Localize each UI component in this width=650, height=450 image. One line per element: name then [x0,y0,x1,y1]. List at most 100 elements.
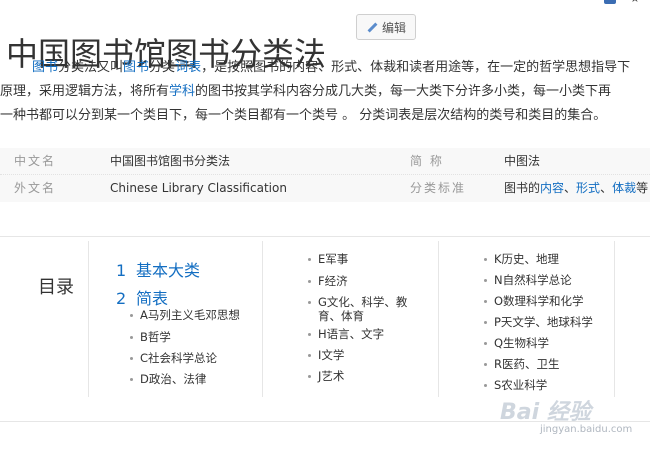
toc-subitem-label: S农业科学 [494,378,548,392]
baidu-jingyan-watermark: Bai 经验 [500,400,591,425]
bullet-icon [484,384,487,387]
info-text: 图书的 [504,181,541,195]
toc-subitem-label: E军事 [318,252,349,266]
divider [614,241,615,397]
watermark-url: jingyan.baidu.com [540,424,633,435]
top-share-icons: ★ [604,0,642,4]
toc-subitem[interactable]: P天文学、地球科学 [484,315,593,329]
link-tushu-2[interactable]: 图书 [123,60,149,75]
bullet-icon [484,363,487,366]
summary-line-1: 图书分类法又叫图书分类词表，是按照图书的内容、形式、体裁和读者用途等，在一定的哲… [0,56,650,80]
toc-subitem[interactable]: E军事 [308,252,349,266]
toc-item-brief-table[interactable]: 2 简表 [116,285,168,309]
toc-subitem-label: P天文学、地球科学 [494,315,593,329]
divider [262,241,263,397]
link-tushu[interactable]: 图书 [32,60,58,75]
edit-button[interactable]: 编辑 [356,14,416,40]
toc-subitem-label: A马列主义毛邓思想 [140,308,240,322]
info-value-chinese-name: 中国图书馆图书分类法 [110,154,231,168]
toc-subitem[interactable]: D政治、法律 [130,372,207,386]
info-row: 外文名 Chinese Library Classification 分类标准 … [0,174,650,201]
bullet-icon [308,258,311,261]
toc-subitem[interactable]: G文化、科学、教育、体育 [308,295,414,323]
toc-subitem-label: O数理科学和化学 [494,294,584,308]
toc-subitem[interactable]: N自然科学总论 [484,273,572,287]
info-value-classification-standard: 图书的内容、形式、体裁等 [504,175,648,201]
info-label-foreign-name: 外文名 [14,181,57,195]
summary-text: 分类法又叫 [58,60,124,75]
toc-subitem-label: N自然科学总论 [494,273,572,287]
toc-title: 目录 [38,277,74,298]
toc-subitem-label: B哲学 [140,330,171,344]
bullet-icon [484,279,487,282]
toc-subitem[interactable]: O数理科学和化学 [484,294,584,308]
toc-subitem[interactable]: R医药、卫生 [484,357,560,371]
divider [88,241,89,397]
bullet-icon [308,301,311,304]
info-row: 中文名 中国图书馆图书分类法 简 称 中图法 [0,148,650,174]
link-cibiao[interactable]: 词表 [175,60,201,75]
bullet-icon [130,314,133,317]
link-xueke[interactable]: 学科 [169,84,195,99]
bullet-icon [308,354,311,357]
basic-info-box: 中文名 中国图书馆图书分类法 简 称 中图法 外文名 Chinese Libra… [0,148,650,202]
toc-subitem-label: R医药、卫生 [494,357,560,371]
link-genre[interactable]: 体裁 [612,181,636,195]
toc-subitem[interactable]: Q生物科学 [484,336,550,350]
toc-subitem-label: D政治、法律 [140,372,207,386]
bullet-icon [308,375,311,378]
summary-text: 分类 [149,60,176,75]
toc-subitem-label: I文学 [318,348,345,362]
toc-subitem-label: F经济 [318,274,348,288]
toc-subitem-label: J艺术 [318,369,345,383]
bullet-icon [484,258,487,261]
summary-text: 的图书按其学科内容分成几大类，每一大类下分许多小类，每一小类下再 [195,84,612,99]
info-text: 、 [600,181,613,195]
toc-item-basic-categories[interactable]: 1 基本大类 [116,257,200,281]
bullet-icon [484,300,487,303]
toc-item-number: 1 [116,261,127,280]
toc-subitem[interactable]: I文学 [308,348,345,362]
info-label-short-name: 简 称 [410,154,444,168]
summary: 图书分类法又叫图书分类词表，是按照图书的内容、形式、体裁和读者用途等，在一定的哲… [0,56,650,128]
link-form[interactable]: 形式 [576,181,600,195]
toc-item-number: 2 [116,289,127,308]
bullet-icon [308,333,311,336]
toc-subitem[interactable]: A马列主义毛邓思想 [130,308,240,322]
link-content[interactable]: 内容 [540,181,564,195]
pencil-icon [366,21,378,33]
toc-subitem-label: H语言、文字 [318,327,385,341]
toc-subitem[interactable]: K历史、地理 [484,252,560,266]
bullet-icon [130,378,133,381]
toc-subitem[interactable]: J艺术 [308,369,345,383]
toc-subitem-label: Q生物科学 [494,336,550,350]
toc-subitem-label: K历史、地理 [494,252,560,266]
info-text: 等 [636,181,649,195]
info-value-short-name[interactable]: 中图法 [504,148,540,174]
info-label-chinese-name: 中文名 [14,154,57,168]
bullet-icon [308,280,311,283]
info-text: 、 [564,181,577,195]
summary-line-2: 原理，采用逻辑方法，将所有学科的图书按其学科内容分成几大类，每一大类下分许多小类… [0,80,650,104]
summary-text: ，是按照图书的内容、形式、体裁和读者用途等，在一定的哲学思想指导下 [201,60,631,75]
share-icon[interactable] [604,0,616,4]
info-value-foreign-name: Chinese Library Classification [110,181,287,195]
edit-button-label: 编辑 [381,20,406,35]
toc-subitem-label: C社会科学总论 [140,351,218,365]
bullet-icon [130,336,133,339]
toc-subitem-label: G文化、科学、教育、体育 [318,295,408,323]
toc-subitem[interactable]: C社会科学总论 [130,351,218,365]
info-label-classification-standard: 分类标准 [410,181,467,195]
star-icon[interactable]: ★ [630,0,642,4]
bullet-icon [484,342,487,345]
summary-line-3: 一种书都可以分到某一个类目下，每一个类目都有一个类号 。 分类词表是层次结构的类… [0,108,607,123]
toc-subitem[interactable]: F经济 [308,274,348,288]
toc-item-label: 简表 [136,289,169,308]
bullet-icon [130,357,133,360]
toc-subitem[interactable]: H语言、文字 [308,327,385,341]
toc-subitem[interactable]: B哲学 [130,330,171,344]
toc-subitem[interactable]: S农业科学 [484,378,548,392]
summary-text: 原理，采用逻辑方法，将所有 [0,84,170,99]
divider [438,241,439,397]
bullet-icon [484,321,487,324]
